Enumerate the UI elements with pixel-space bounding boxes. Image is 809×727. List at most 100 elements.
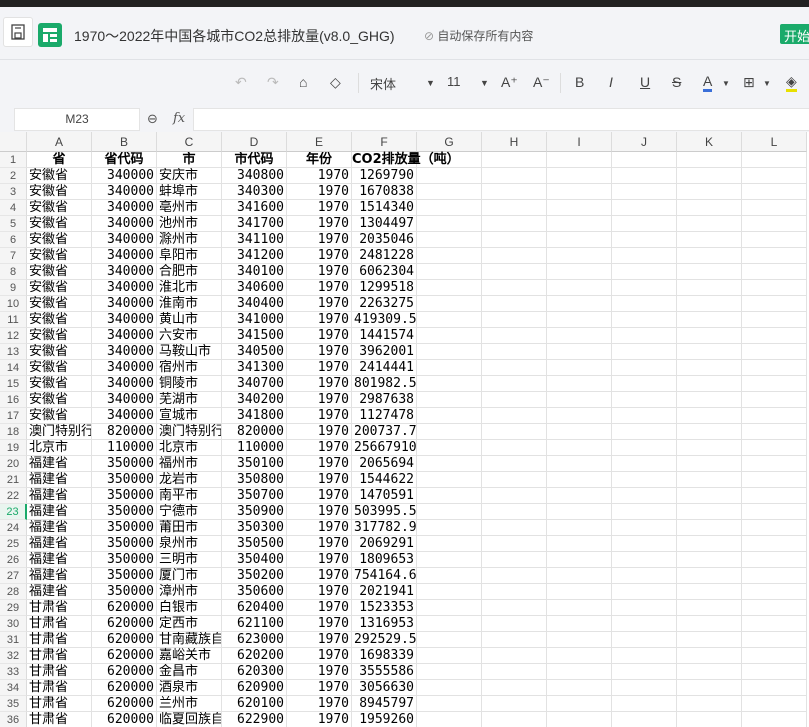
- table-cell[interactable]: [677, 184, 742, 200]
- table-cell[interactable]: [677, 568, 742, 584]
- table-cell[interactable]: 淮南市: [157, 296, 222, 312]
- table-cell[interactable]: [612, 216, 677, 232]
- table-cell[interactable]: 340000: [92, 296, 157, 312]
- table-cell[interactable]: 350000: [92, 552, 157, 568]
- table-cell[interactable]: [547, 232, 612, 248]
- table-cell[interactable]: 1970: [287, 264, 352, 280]
- table-cell[interactable]: 1304497: [352, 216, 417, 232]
- table-cell[interactable]: 1970: [287, 648, 352, 664]
- table-cell[interactable]: [677, 488, 742, 504]
- start-button[interactable]: 开始: [780, 24, 809, 44]
- table-cell[interactable]: [742, 424, 807, 440]
- table-cell[interactable]: 292529.5: [352, 632, 417, 648]
- table-cell[interactable]: [612, 600, 677, 616]
- table-cell[interactable]: [417, 168, 482, 184]
- table-cell[interactable]: [482, 616, 547, 632]
- table-cell[interactable]: 1670838: [352, 184, 417, 200]
- table-cell[interactable]: [482, 280, 547, 296]
- table-cell[interactable]: 341300: [222, 360, 287, 376]
- table-cell[interactable]: 350900: [222, 504, 287, 520]
- table-cell[interactable]: [547, 504, 612, 520]
- table-cell[interactable]: [742, 312, 807, 328]
- table-cell[interactable]: 福建省: [27, 488, 92, 504]
- table-cell[interactable]: [742, 600, 807, 616]
- table-cell[interactable]: [742, 264, 807, 280]
- table-cell[interactable]: [482, 536, 547, 552]
- row-header[interactable]: 26: [0, 552, 27, 568]
- table-cell[interactable]: [612, 456, 677, 472]
- table-cell[interactable]: 620300: [222, 664, 287, 680]
- table-cell[interactable]: 2065694: [352, 456, 417, 472]
- table-cell[interactable]: [742, 392, 807, 408]
- table-cell[interactable]: [482, 664, 547, 680]
- table-cell[interactable]: 1970: [287, 200, 352, 216]
- table-cell[interactable]: [547, 168, 612, 184]
- table-cell[interactable]: 合肥市: [157, 264, 222, 280]
- table-cell[interactable]: [677, 712, 742, 727]
- column-header-h[interactable]: H: [482, 132, 547, 152]
- row-header[interactable]: 9: [0, 280, 27, 296]
- table-cell[interactable]: [677, 664, 742, 680]
- table-cell[interactable]: [612, 376, 677, 392]
- table-cell[interactable]: [742, 616, 807, 632]
- row-header[interactable]: 27: [0, 568, 27, 584]
- table-cell[interactable]: [417, 344, 482, 360]
- row-header[interactable]: 18: [0, 424, 27, 440]
- table-cell[interactable]: [612, 296, 677, 312]
- table-cell[interactable]: [612, 536, 677, 552]
- table-cell[interactable]: 620000: [92, 600, 157, 616]
- underline-button[interactable]: U: [640, 74, 650, 90]
- cell-reference-box[interactable]: M23: [14, 108, 140, 131]
- table-cell[interactable]: 1970: [287, 680, 352, 696]
- table-cell[interactable]: [612, 584, 677, 600]
- row-header[interactable]: 13: [0, 344, 27, 360]
- table-cell[interactable]: 340000: [92, 216, 157, 232]
- row-header[interactable]: 28: [0, 584, 27, 600]
- table-cell[interactable]: [482, 680, 547, 696]
- table-cell[interactable]: 安徽省: [27, 232, 92, 248]
- table-cell[interactable]: 341100: [222, 232, 287, 248]
- table-cell[interactable]: 340000: [92, 376, 157, 392]
- table-cell[interactable]: [612, 328, 677, 344]
- table-cell[interactable]: 1470591: [352, 488, 417, 504]
- table-cell[interactable]: 620000: [92, 680, 157, 696]
- table-cell[interactable]: [742, 648, 807, 664]
- table-cell[interactable]: [612, 168, 677, 184]
- table-cell[interactable]: 1970: [287, 536, 352, 552]
- table-cell[interactable]: [417, 200, 482, 216]
- table-cell[interactable]: [612, 200, 677, 216]
- table-cell[interactable]: 酒泉市: [157, 680, 222, 696]
- table-cell[interactable]: [742, 504, 807, 520]
- table-cell[interactable]: [677, 328, 742, 344]
- table-cell[interactable]: [417, 472, 482, 488]
- table-cell[interactable]: [742, 200, 807, 216]
- table-cell[interactable]: [677, 440, 742, 456]
- table-cell[interactable]: [547, 248, 612, 264]
- table-cell[interactable]: [547, 424, 612, 440]
- table-cell[interactable]: 341600: [222, 200, 287, 216]
- undo-icon[interactable]: ↶: [235, 74, 247, 91]
- table-cell[interactable]: [547, 312, 612, 328]
- table-cell[interactable]: 蚌埠市: [157, 184, 222, 200]
- table-cell[interactable]: 620900: [222, 680, 287, 696]
- table-cell[interactable]: [547, 408, 612, 424]
- table-cell[interactable]: 临夏回族自: [157, 712, 222, 727]
- table-cell[interactable]: 安徽省: [27, 264, 92, 280]
- table-cell[interactable]: 白银市: [157, 600, 222, 616]
- table-cell[interactable]: 甘南藏族自: [157, 632, 222, 648]
- table-cell[interactable]: 350200: [222, 568, 287, 584]
- table-cell[interactable]: [612, 472, 677, 488]
- table-cell[interactable]: [482, 232, 547, 248]
- table-cell[interactable]: 340000: [92, 312, 157, 328]
- table-cell[interactable]: [612, 504, 677, 520]
- table-cell[interactable]: 1970: [287, 520, 352, 536]
- table-cell[interactable]: 兰州市: [157, 696, 222, 712]
- table-cell[interactable]: [482, 296, 547, 312]
- table-cell[interactable]: 莆田市: [157, 520, 222, 536]
- row-header[interactable]: 21: [0, 472, 27, 488]
- row-header[interactable]: 3: [0, 184, 27, 200]
- table-cell[interactable]: 3056630: [352, 680, 417, 696]
- table-cell[interactable]: [612, 344, 677, 360]
- table-cell[interactable]: 1970: [287, 168, 352, 184]
- table-cell[interactable]: 1970: [287, 248, 352, 264]
